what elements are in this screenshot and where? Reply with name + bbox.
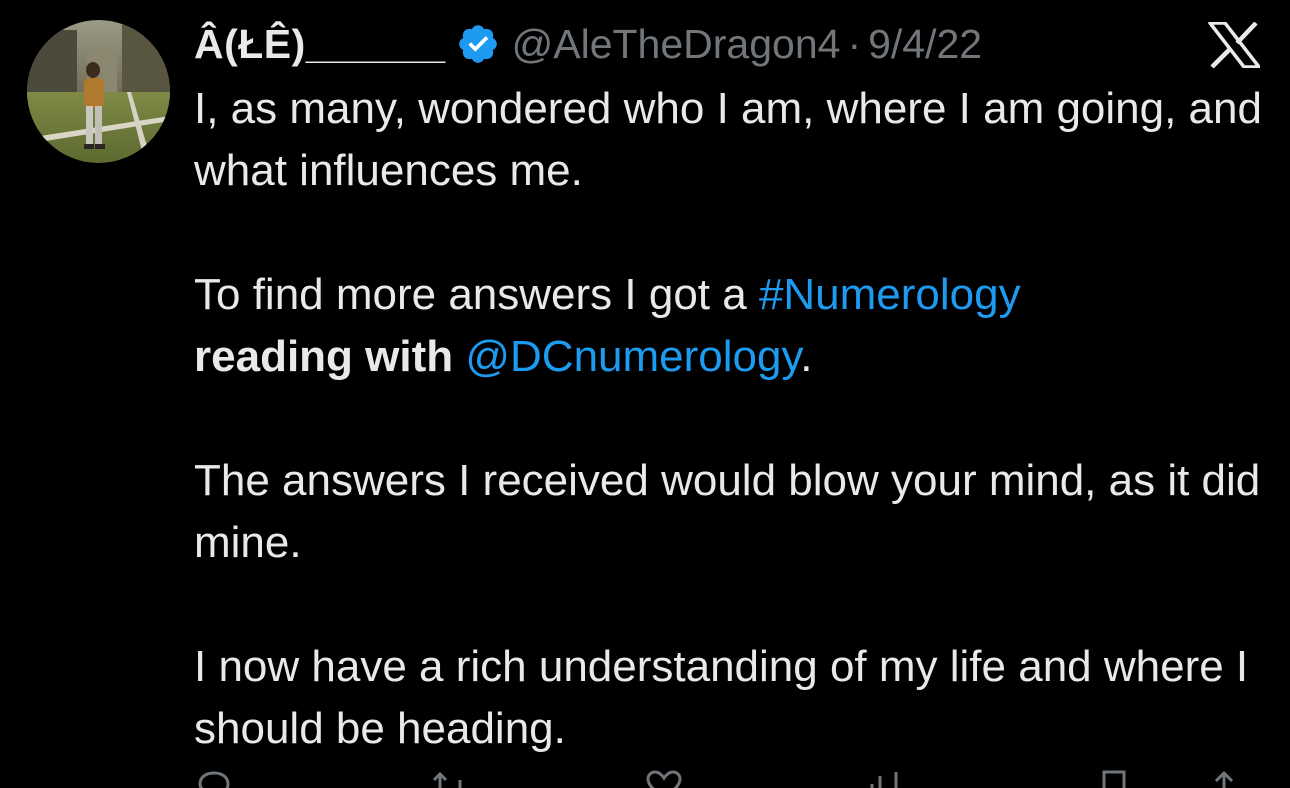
avatar-photo [27, 20, 170, 163]
separator-dot: · [847, 20, 862, 67]
paragraph-2-text: To find more answers I got a [194, 270, 759, 319]
avatar[interactable] [27, 20, 170, 163]
retweet-icon[interactable] [430, 770, 470, 788]
paragraph-2-suffix: . [800, 332, 813, 381]
reply-icon[interactable] [194, 770, 234, 788]
hashtag-numerology-link[interactable]: #Numerology [759, 270, 1021, 319]
mention-dcnumerology-link[interactable]: @DCnumerology [465, 332, 800, 381]
share-icon[interactable] [1204, 770, 1244, 788]
tweet-paragraph-4: I now have a rich understanding of my li… [194, 642, 1249, 753]
like-icon[interactable] [644, 770, 684, 788]
tweet-card[interactable]: Â(ŁÊ)______ @AleTheDragon4 · 9/4/22 I, a… [0, 0, 1290, 788]
x-logo-icon[interactable] [1208, 21, 1261, 69]
tweet-text: I, as many, wondered who I am, where I a… [194, 78, 1274, 760]
tweet-date[interactable]: 9/4/22 [868, 21, 982, 68]
display-name[interactable]: Â(ŁÊ)______ [194, 21, 446, 68]
paragraph-2-bold-text: reading with [194, 332, 454, 381]
tweet-paragraph-1: I, as many, wondered who I am, where I a… [194, 84, 1262, 195]
tweet-paragraph-2: To find more answers I got a #Numerology… [194, 264, 1274, 388]
tweet-paragraph-3: The answers I received would blow your m… [194, 456, 1261, 567]
views-icon[interactable] [864, 770, 904, 788]
bookmark-icon[interactable] [1094, 770, 1134, 788]
author-handle[interactable]: @AleTheDragon4 [512, 21, 841, 68]
tweet-action-bar [194, 770, 1254, 788]
tweet-header: Â(ŁÊ)______ @AleTheDragon4 · 9/4/22 [194, 14, 982, 74]
verified-badge-icon [456, 22, 500, 66]
